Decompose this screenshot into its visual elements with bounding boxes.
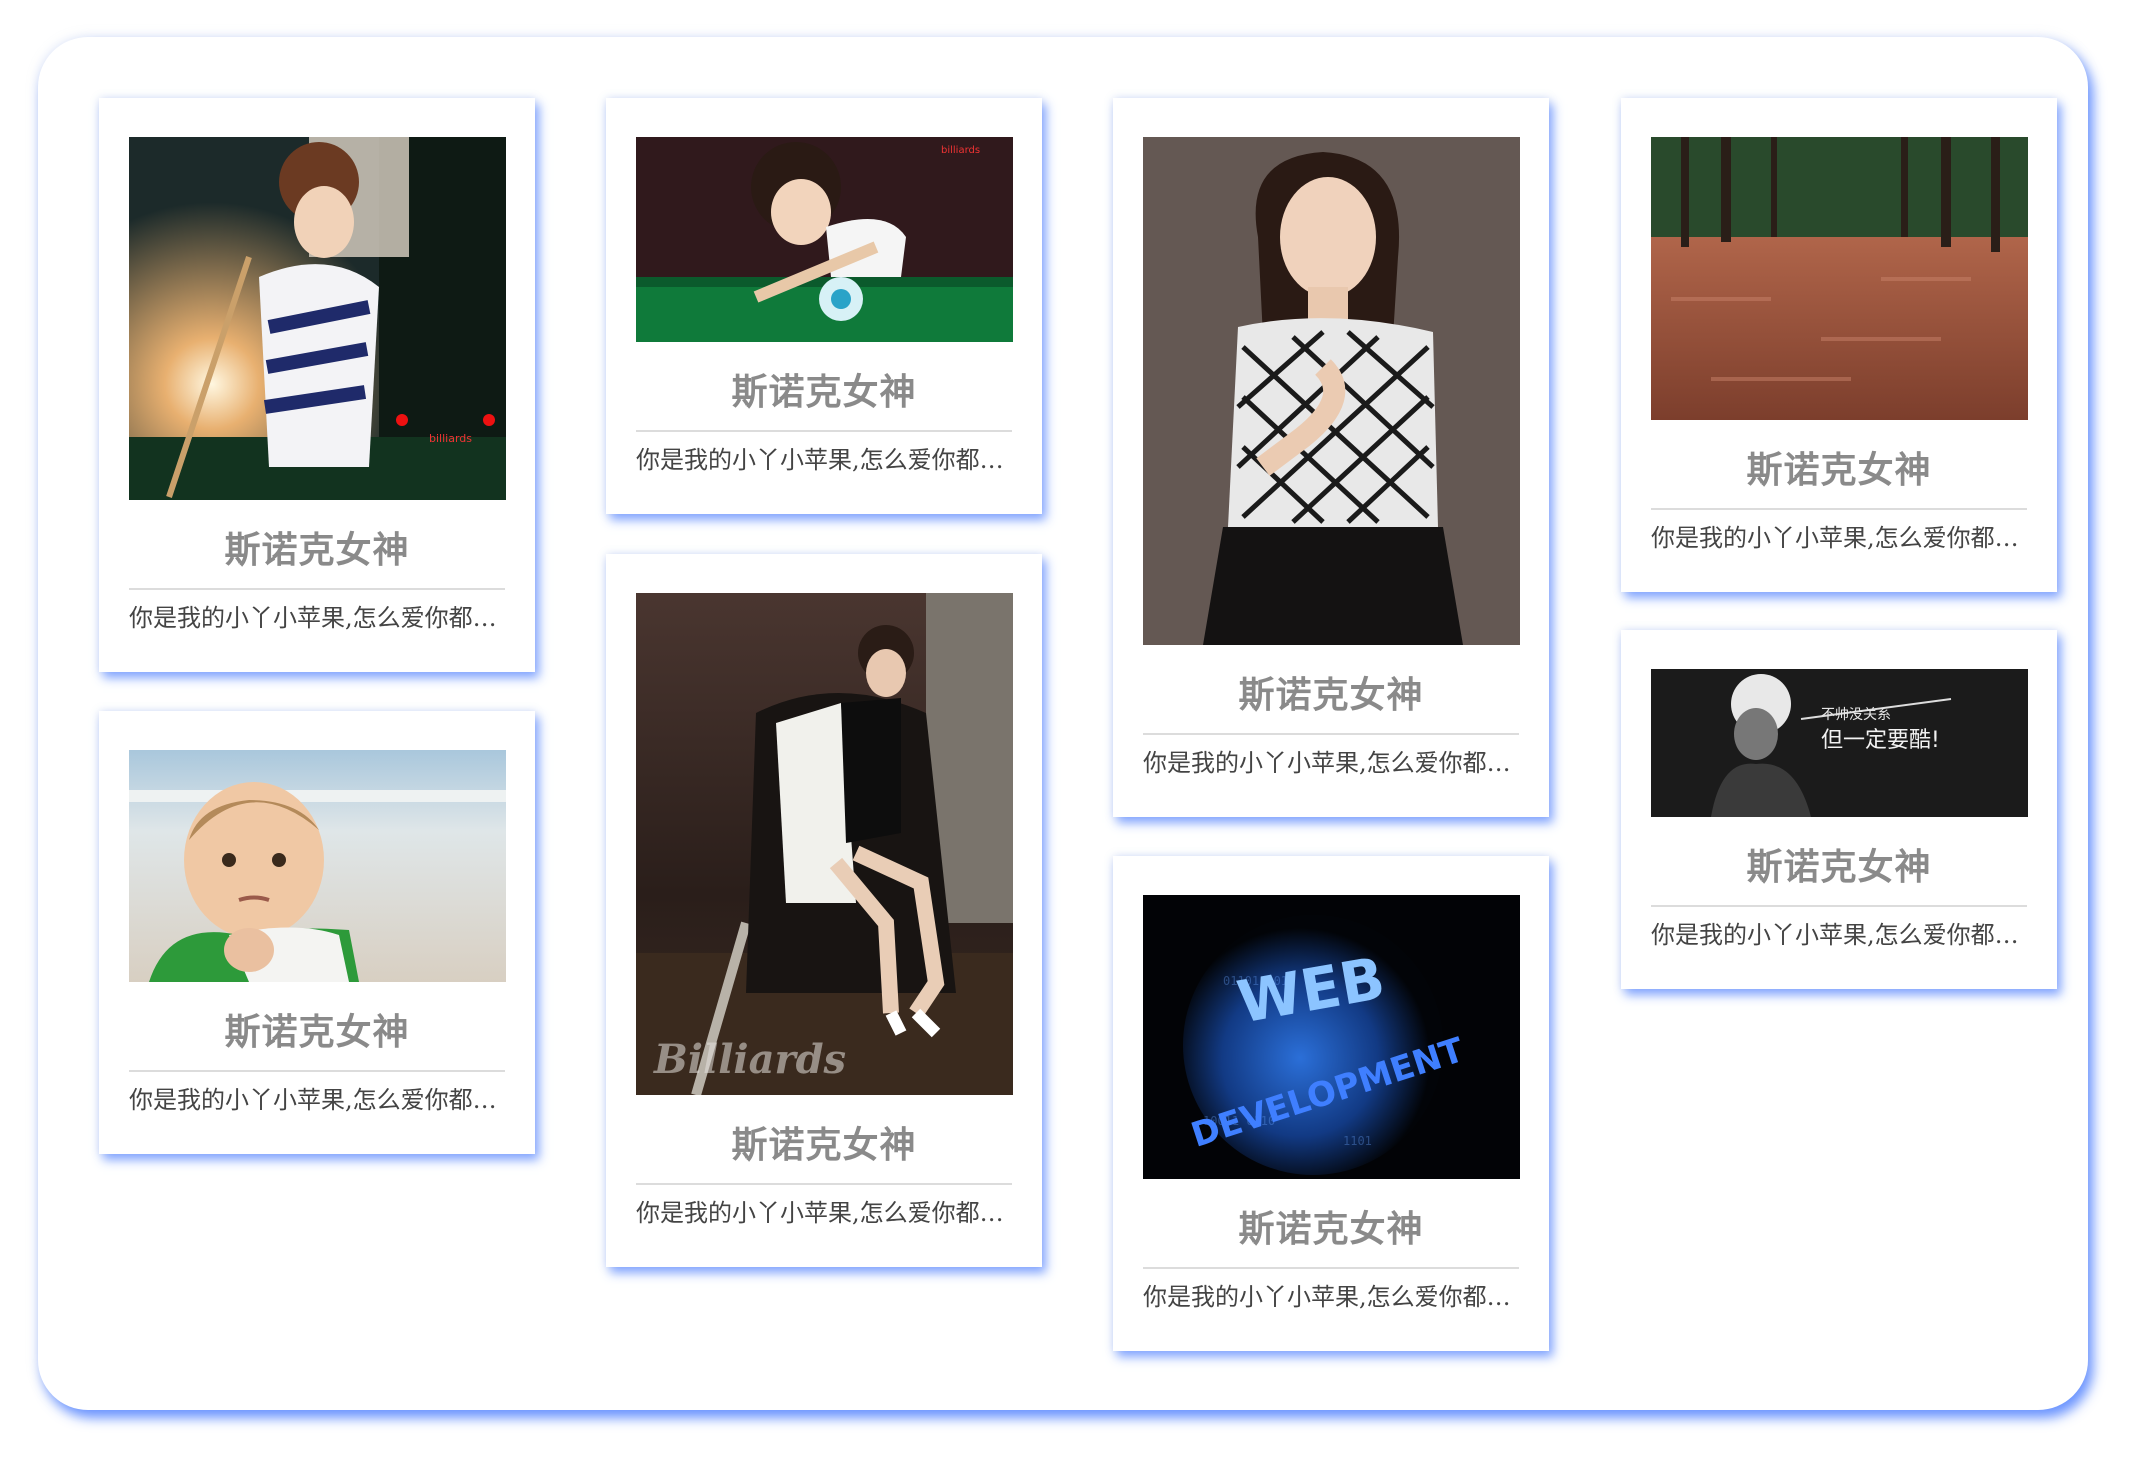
card-description: 你是我的小丫小苹果,怎么爱你都不嫌多 <box>636 1199 1012 1227</box>
photo-card[interactable]: 不帅没关系 但一定要酷! 斯诺克女神 你是我的小丫小苹果,怎么爱你都不嫌多 <box>1621 630 2057 989</box>
card-photo[interactable]: 01101 1010 10011 0110 1101 WEB DEVELOPMENT <box>1143 895 1520 1179</box>
card-photo[interactable] <box>1651 137 2028 420</box>
card-title: 斯诺克女神 <box>129 1012 505 1072</box>
photo-card[interactable]: 斯诺克女神 你是我的小丫小苹果,怎么爱你都不嫌多 <box>1113 98 1549 817</box>
card-title: 斯诺克女神 <box>1651 450 2027 510</box>
quote-line-1: 不帅没关系 <box>1821 707 1891 723</box>
card-photo[interactable]: billiards <box>129 137 506 500</box>
card-description: 你是我的小丫小苹果,怎么爱你都不嫌多 <box>636 446 1012 474</box>
card-description: 你是我的小丫小苹果,怎么爱你都不嫌多 <box>1143 1283 1519 1311</box>
card-photo[interactable] <box>129 750 506 982</box>
card-title: 斯诺克女神 <box>1143 1209 1519 1269</box>
svg-text:1101: 1101 <box>1343 1134 1372 1148</box>
card-description: 你是我的小丫小苹果,怎么爱你都不嫌多 <box>129 1086 505 1114</box>
card-photo[interactable]: 不帅没关系 但一定要酷! <box>1651 669 2028 817</box>
photo-card[interactable]: 斯诺克女神 你是我的小丫小苹果,怎么爱你都不嫌多 <box>1621 98 2057 592</box>
card-title: 斯诺克女神 <box>1651 847 2027 907</box>
card-photo[interactable]: billiards <box>636 137 1013 342</box>
photo-watermark: Billiards <box>653 1036 846 1083</box>
card-photo[interactable] <box>1143 137 1520 645</box>
card-description: 你是我的小丫小苹果,怎么爱你都不嫌多 <box>1143 749 1519 777</box>
photo-card[interactable]: 斯诺克女神 你是我的小丫小苹果,怎么爱你都不嫌多 <box>99 711 535 1154</box>
photo-card[interactable]: Billiards 斯诺克女神 你是我的小丫小苹果,怎么爱你都不嫌多 <box>606 554 1042 1267</box>
photo-card[interactable]: billiards 斯诺克女神 你是我的小丫小苹果,怎么爱你都不嫌多 <box>606 98 1042 514</box>
card-title: 斯诺克女神 <box>129 530 505 590</box>
card-photo[interactable]: Billiards <box>636 593 1013 1095</box>
card-title: 斯诺克女神 <box>636 1125 1012 1185</box>
card-description: 你是我的小丫小苹果,怎么爱你都不嫌多 <box>1651 921 2027 949</box>
card-description: 你是我的小丫小苹果,怎么爱你都不嫌多 <box>129 604 505 632</box>
svg-text:billiards: billiards <box>429 432 472 445</box>
photo-card[interactable]: billiards 斯诺克女神 你是我的小丫小苹果,怎么爱你都不嫌多 <box>99 98 535 672</box>
card-title: 斯诺克女神 <box>636 372 1012 432</box>
card-title: 斯诺克女神 <box>1143 675 1519 735</box>
card-description: 你是我的小丫小苹果,怎么爱你都不嫌多 <box>1651 524 2027 552</box>
photo-card[interactable]: 01101 1010 10011 0110 1101 WEB DEVELOPMENT… <box>1113 856 1549 1351</box>
quote-line-2: 但一定要酷! <box>1821 728 1940 753</box>
svg-text:billiards: billiards <box>941 145 980 156</box>
